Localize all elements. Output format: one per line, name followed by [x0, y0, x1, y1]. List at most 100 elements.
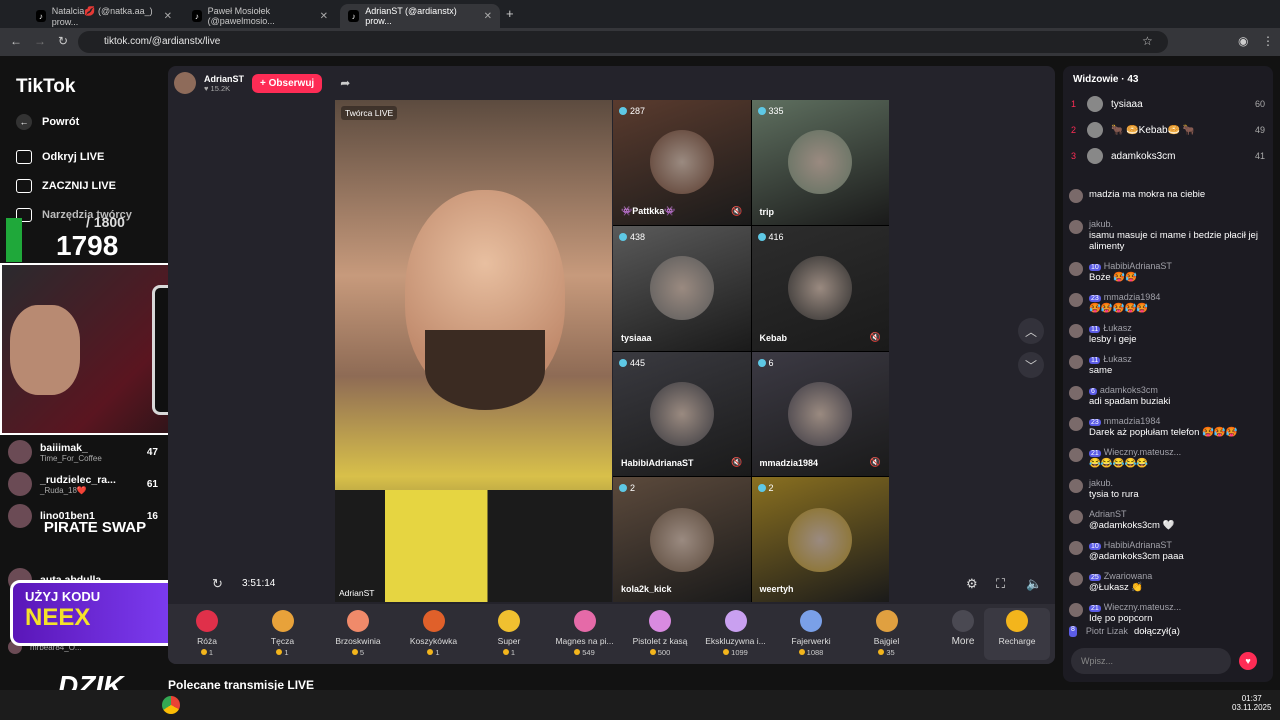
guest-name: weertyh	[759, 584, 794, 594]
tiktok-logo[interactable]: TikTok	[16, 76, 75, 98]
browser-tab-2[interactable]: ♪ Paweł Mosiołek (@pawelmosio... ✕	[184, 4, 336, 28]
gift-item[interactable]: Super 1	[474, 608, 544, 657]
avatar[interactable]	[174, 72, 196, 94]
coin-icon	[276, 649, 283, 655]
guest-tile[interactable]: 416 Kebab 🔇	[751, 225, 889, 351]
profile-icon[interactable]: ◉	[1238, 34, 1248, 48]
avatar	[1069, 324, 1083, 338]
following-row[interactable]: _rudzielec_ra... _Ruda_18❤️ 61	[8, 472, 158, 496]
gift-item[interactable]: Brzoskwinia 5	[323, 608, 393, 657]
gift-item[interactable]: Róża 1	[172, 608, 242, 657]
chat-message: 21 Wieczny.mateusz... Idę po popcorn	[1069, 602, 1269, 624]
heart-icon[interactable]: ♥	[1239, 652, 1257, 670]
avatar	[1087, 122, 1103, 138]
chevron-up-icon	[952, 610, 974, 632]
guest-tile[interactable]: 445 HabibiAdrianaST 🔇	[613, 351, 751, 477]
browser-tab-1[interactable]: ♪ Natalcia💋 (@natka.aa_) prow... ✕	[28, 4, 180, 28]
streamer-shirt	[335, 490, 612, 602]
close-icon[interactable]: ✕	[484, 11, 492, 22]
new-tab-button[interactable]: +	[506, 6, 514, 21]
gift-item[interactable]: Tęcza 1	[248, 608, 318, 657]
guest-tile[interactable]: 335 trip	[751, 100, 889, 225]
streamer-face	[10, 305, 80, 395]
chat-message: 6 adamkoks3cm adi spadam buziaki	[1069, 385, 1269, 407]
fullscreen-icon[interactable]: ⛶	[996, 576, 1005, 592]
avatar	[1069, 355, 1083, 369]
forward-icon[interactable]: →	[34, 34, 46, 48]
tiktok-icon: ♪	[192, 10, 202, 22]
bookmark-star-icon[interactable]: ☆	[1142, 34, 1153, 48]
gift-item[interactable]: Fajerwerki 1088	[776, 608, 846, 657]
recharge-button[interactable]: Recharge	[984, 608, 1050, 660]
avatar	[1069, 293, 1083, 307]
guest-tile[interactable]: 2 kola2k_kick	[613, 477, 751, 602]
coin-icon	[649, 649, 656, 655]
back-icon[interactable]: ←	[10, 34, 22, 48]
top-viewer[interactable]: 1 tysiaaa 60	[1071, 96, 1265, 112]
gift-item[interactable]: Bajgiel 35	[852, 608, 922, 657]
gift-item[interactable]: Koszykówka 1	[399, 608, 469, 657]
coin-icon	[351, 649, 358, 655]
viewers-title[interactable]: Widzowie · 43	[1073, 74, 1138, 85]
chat-message: 23 mmadzia1984 Darek aż popłułam telefon …	[1069, 416, 1269, 438]
goal-value: 1798	[56, 230, 119, 261]
sidebar-item-discover[interactable]: Odkryj LIVE	[16, 150, 104, 164]
chat-message: 25 Zwariowana @Łukasz 👏	[1069, 571, 1269, 593]
back-link[interactable]: ← Powrót	[16, 114, 79, 130]
replay-icon[interactable]: ↻	[212, 576, 223, 592]
coin-icon	[427, 649, 434, 655]
settings-icon[interactable]: ⚙	[966, 576, 978, 592]
coin-icon	[798, 649, 805, 655]
browser-tab-3[interactable]: ♪ AdrianST (@ardianstx) prow... ✕	[340, 4, 500, 28]
gift-icon	[724, 610, 747, 632]
guest-name: kola2k_kick	[621, 584, 672, 594]
guest-score: 445	[619, 358, 645, 368]
avatar	[8, 440, 32, 464]
guest-tile[interactable]: 6 mmadzia1984 🔇	[751, 351, 889, 477]
chat-message: jakub. tysia to rura	[1069, 478, 1269, 500]
guest-name: trip	[759, 206, 775, 217]
menu-icon[interactable]: ⋮	[1262, 34, 1274, 48]
following-row[interactable]: baiiimak_ Time_For_Coffee 47	[8, 440, 158, 464]
chat-message: 21 Wieczny.mateusz... 😂😂😂😂😂	[1069, 447, 1269, 469]
guest-tile[interactable]: 438 tysiaaa	[613, 225, 751, 351]
gift-icon	[573, 610, 596, 632]
close-icon[interactable]: ✕	[320, 11, 328, 22]
chevron-down-icon[interactable]: ﹀	[1018, 352, 1044, 378]
gift-icon	[347, 610, 369, 632]
gift-item[interactable]: Magnes na pi... 549	[550, 608, 620, 657]
host-name[interactable]: AdrianST	[204, 74, 244, 84]
main-video[interactable]: Twórca LIVE AdrianST	[335, 100, 612, 602]
coin-icon	[1006, 610, 1028, 632]
reload-icon[interactable]: ↻	[58, 34, 68, 48]
guest-grid: 287 👾Pattkka👾 🔇 335 trip 438 tysiaaa 416…	[613, 100, 889, 602]
top-viewer[interactable]: 3 adamkoks3cm 41	[1071, 148, 1265, 164]
guest-avatar	[788, 507, 853, 572]
host-bar: AdrianST ♥ 15.2K + Obserwuj ➦	[174, 72, 350, 94]
guest-avatar	[788, 130, 853, 195]
stream-timer: 3:51:14	[242, 578, 276, 589]
gift-bar: Róża 1 Tęcza 1 Brzoskwinia 5 Koszykówka …	[168, 604, 1055, 664]
gift-price: 1099	[701, 648, 771, 657]
arrow-left-icon: ←	[16, 114, 32, 130]
chrome-icon[interactable]	[162, 696, 180, 714]
camera-icon	[16, 179, 32, 193]
share-icon[interactable]: ➦	[340, 76, 350, 90]
follow-button[interactable]: + Obserwuj	[252, 73, 323, 93]
close-icon[interactable]: ✕	[164, 11, 172, 22]
guest-tile[interactable]: 2 weertyh	[751, 477, 889, 602]
goal-total: / 1800	[86, 214, 125, 230]
chevron-up-icon[interactable]: ︿	[1018, 318, 1044, 344]
url-input[interactable]: tiktok.com/@ardianstx/live	[78, 31, 1168, 53]
gift-item[interactable]: Pistolet z kasą 500	[625, 608, 695, 657]
avatar	[1069, 220, 1083, 234]
gift-price: 1	[399, 648, 469, 657]
volume-icon[interactable]: 🔈	[1026, 576, 1042, 592]
chat-input[interactable]: Wpisz...	[1071, 648, 1231, 674]
gift-item[interactable]: Ekskluzywna i... 1099	[701, 608, 771, 657]
promo-code-banner: UŻYJ KODU NEEX	[10, 580, 180, 646]
guest-tile[interactable]: 287 👾Pattkka👾 🔇	[613, 100, 751, 225]
top-viewer[interactable]: 2 🐂 🥯Kebab🥯 🐂 49	[1071, 122, 1265, 138]
live-icon	[16, 150, 32, 164]
sidebar-item-start-live[interactable]: ZACZNIJ LIVE	[16, 179, 116, 193]
